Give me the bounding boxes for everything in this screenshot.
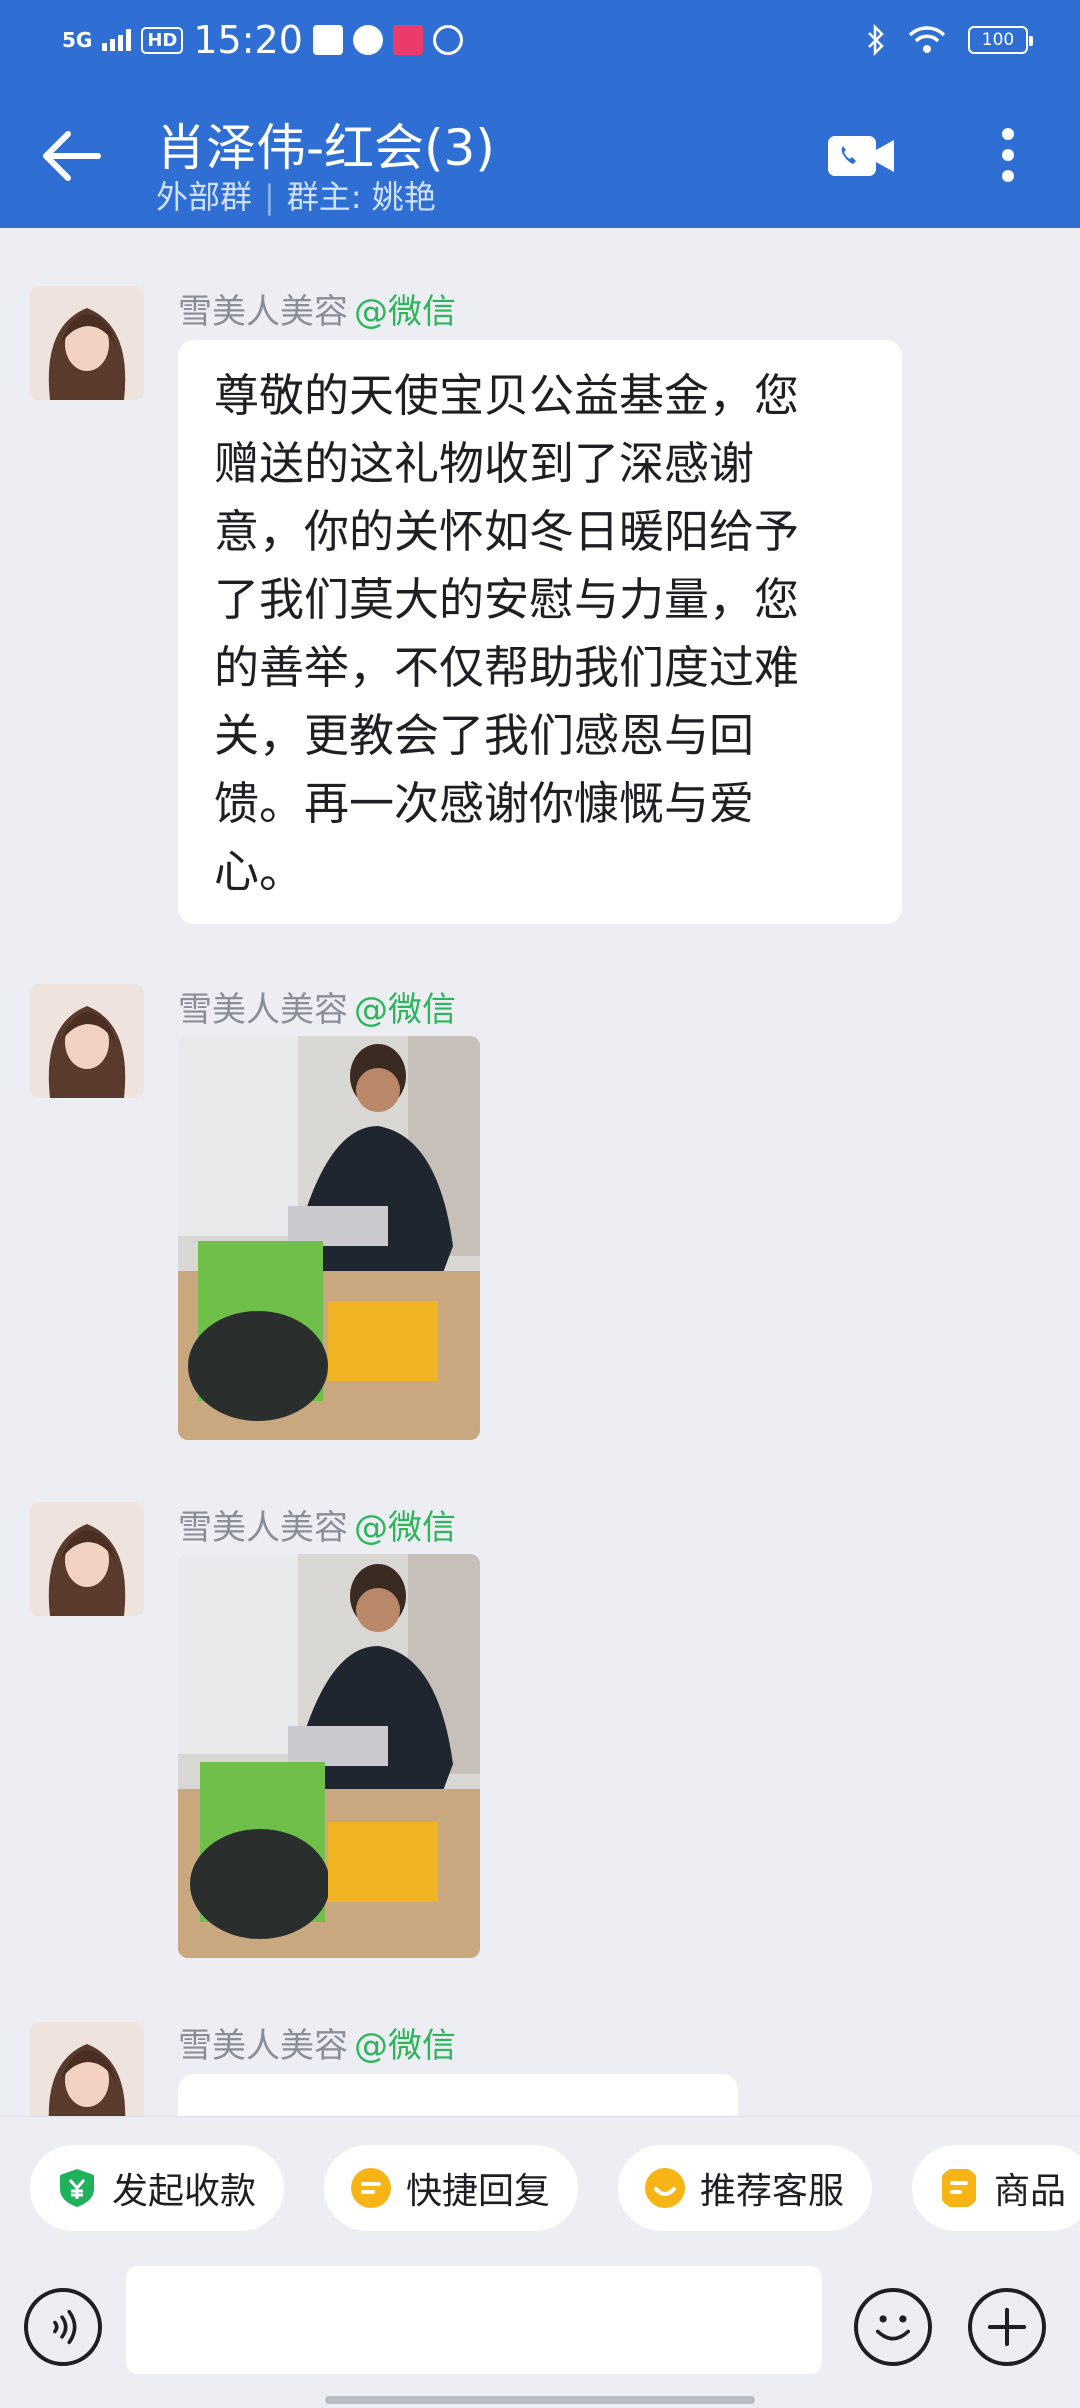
emoji-icon[interactable] <box>854 2288 932 2366</box>
bluetooth-icon <box>868 24 884 56</box>
group-owner: 群主: 姚艳 <box>286 178 436 216</box>
message-line: 尊敬的天使宝贝公益基金，您 <box>214 369 800 422</box>
network-type: 5G <box>62 28 93 52</box>
quick-action-label: 商品 <box>994 2171 1067 2212</box>
video-call-icon[interactable] <box>826 132 896 180</box>
sim-icon <box>312 25 343 55</box>
top-bar: 5G HD 15:20 100 肖泽伟-红会(3) 外部群 | 群主: 姚艳 <box>0 0 1080 228</box>
link-icon <box>432 25 463 55</box>
hd-badge: HD <box>141 26 184 54</box>
message-image[interactable] <box>178 1554 480 1958</box>
sender-label: 雪美人美容 <box>178 292 348 332</box>
message-line: 馈。再一次感谢你慷慨与爱 <box>214 777 755 830</box>
home-indicator[interactable] <box>325 2396 755 2404</box>
quick-action-start-payment[interactable]: 发起收款 <box>30 2145 285 2231</box>
quick-action-recommend-service[interactable]: 推荐客服 <box>618 2145 873 2231</box>
sender-name: 雪美人美容 @微信 <box>178 1500 456 1549</box>
quick-action-label: 发起收款 <box>112 2171 257 2212</box>
chat-subtitle: 外部群 | 群主: 姚艳 <box>156 178 436 216</box>
plus-icon[interactable] <box>968 2288 1046 2366</box>
sender-tag: @微信 <box>354 990 456 1030</box>
quick-action-product[interactable]: 商品 <box>912 2145 1080 2231</box>
sender-name: 雪美人美容 @微信 <box>178 284 456 333</box>
avatar[interactable] <box>30 286 144 400</box>
status-time: 15:20 <box>193 18 303 62</box>
recommend-service-icon <box>645 2168 685 2208</box>
status-bar: 5G HD 15:20 100 <box>0 0 1080 84</box>
message-input[interactable] <box>126 2266 822 2374</box>
composer-bar <box>0 2266 1080 2408</box>
app-icon <box>392 25 423 55</box>
message-line: 意，你的关怀如冬日暖阳给予 <box>214 505 800 558</box>
payment-shield-icon <box>60 2169 94 2207</box>
message-line: 心。 <box>214 845 305 898</box>
avatar[interactable] <box>30 2022 144 2116</box>
message-line: 的善举，不仅帮助我们度过难 <box>214 641 800 694</box>
sender-name: 雪美人美容 @微信 <box>178 2018 456 2067</box>
sender-name: 雪美人美容 @微信 <box>178 982 456 1031</box>
quick-actions-bar: 发起收款 快捷回复 推荐客服 商品 <box>0 2116 1080 2266</box>
wifi-icon <box>908 26 946 53</box>
sender-tag: @微信 <box>354 292 456 332</box>
message-image[interactable] <box>178 1036 480 1440</box>
sender-label: 雪美人美容 <box>178 990 348 1030</box>
message-line: 关，更教会了我们感恩与回 <box>214 709 755 762</box>
product-icon <box>942 2169 976 2207</box>
signal-icon <box>102 29 132 51</box>
message-line: 了我们莫大的安慰与力量，您 <box>214 573 800 626</box>
battery-icon: 100 <box>968 26 1033 54</box>
voice-icon[interactable] <box>24 2288 102 2366</box>
sender-label: 雪美人美容 <box>178 1508 348 1548</box>
message-line: 赠送的这礼物收到了深感谢 <box>214 437 755 490</box>
sender-label: 雪美人美容 <box>178 2026 348 2066</box>
sender-tag: @微信 <box>354 1508 456 1548</box>
quick-action-label: 快捷回复 <box>406 2171 551 2212</box>
more-vertical-icon[interactable] <box>996 122 1020 192</box>
play-icon <box>352 25 383 55</box>
back-arrow-icon[interactable] <box>40 128 104 184</box>
sender-tag: @微信 <box>354 2026 456 2066</box>
quick-action-quick-reply[interactable]: 快捷回复 <box>324 2145 579 2231</box>
group-type: 外部群 <box>156 178 253 216</box>
avatar[interactable] <box>30 1502 144 1616</box>
message-bubble[interactable]: 尊敬的天使宝贝公益基金，您 赠送的这礼物收到了深感谢 意，你的关怀如冬日暖阳给予… <box>178 340 902 924</box>
quick-action-label: 推荐客服 <box>700 2171 845 2212</box>
quick-reply-icon <box>351 2168 391 2208</box>
message-bubble[interactable] <box>178 2074 738 2116</box>
chat-area[interactable]: 雪美人美容 @微信 尊敬的天使宝贝公益基金，您 赠送的这礼物收到了深感谢 意，你的… <box>0 228 1080 2116</box>
chat-title: 肖泽伟-红会(3) <box>156 119 495 177</box>
avatar[interactable] <box>30 984 144 1098</box>
